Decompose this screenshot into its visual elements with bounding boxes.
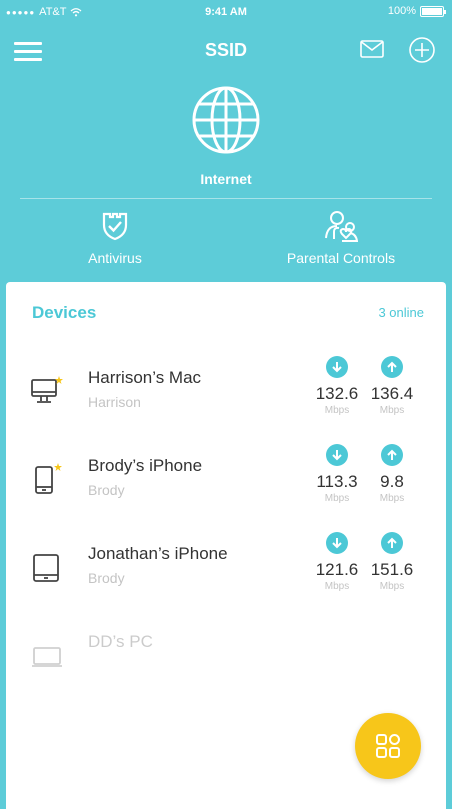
upload-speed: 151.6 Mbps [364, 532, 420, 592]
device-name: Harrison’s Mac [88, 368, 202, 387]
battery-icon [420, 5, 446, 17]
shield-icon [102, 212, 128, 241]
parental-controls-button[interactable]: Parental Controls [266, 208, 416, 266]
upload-speed: 136.4 Mbps [364, 356, 420, 416]
device-name: Brody’s iPhone [88, 456, 203, 475]
parental-controls-label: Parental Controls [286, 250, 396, 266]
download-speed: 121.6 Mbps [309, 532, 365, 592]
download-speed: 132.6 Mbps [309, 356, 365, 416]
device-row[interactable]: DD’s PC [6, 620, 446, 700]
new-badge-icon [54, 463, 62, 471]
feature-shortcuts: Antivirus Parental Controls [0, 208, 452, 274]
device-owner: Brody [88, 482, 125, 498]
status-right: 100% [387, 5, 446, 17]
add-circle-icon[interactable] [408, 36, 436, 64]
device-row[interactable]: Harrison’s Mac Harrison 132.6 Mbps 136.4… [6, 356, 446, 436]
download-arrow-icon [326, 444, 348, 466]
antivirus-label: Antivirus [88, 250, 142, 266]
device-row[interactable]: Jonathan’s iPhone Brody 121.6 Mbps 151.6… [6, 532, 446, 612]
nav-bar: SSID [0, 30, 452, 74]
upload-speed: 9.8 Mbps [364, 444, 420, 504]
mail-icon[interactable] [360, 40, 384, 58]
device-owner: Brody [88, 570, 125, 586]
devices-header: Devices 3 online [6, 282, 446, 332]
speed-unit: Mbps [379, 493, 405, 504]
battery-percent: 100% [387, 5, 416, 17]
divider [20, 198, 432, 199]
download-value: 121.6 [315, 560, 359, 579]
antivirus-button[interactable]: Antivirus [70, 208, 160, 266]
speed-unit: Mbps [324, 405, 350, 416]
download-speed: 113.3 Mbps [309, 444, 365, 504]
upload-arrow-icon [381, 444, 403, 466]
download-arrow-icon [326, 356, 348, 378]
online-count[interactable]: 3 online [378, 305, 424, 320]
upload-value: 9.8 [380, 472, 404, 491]
globe-icon [192, 86, 260, 154]
speed-unit: Mbps [324, 493, 350, 504]
page-title: SSID [204, 40, 247, 60]
speed-unit: Mbps [379, 405, 405, 416]
tablet-icon [33, 554, 59, 582]
upload-arrow-icon [381, 356, 403, 378]
desktop-icon [31, 376, 63, 403]
download-value: 132.6 [315, 384, 359, 403]
status-time: 9:41 AM [205, 6, 247, 18]
parental-controls-icon [325, 211, 358, 242]
internet-label: Internet [200, 171, 252, 187]
device-row[interactable]: Brody’s iPhone Brody 113.3 Mbps 9.8 Mbps [6, 444, 446, 524]
upload-value: 136.4 [370, 384, 414, 403]
internet-status[interactable]: Internet [0, 84, 452, 187]
upload-value: 151.6 [370, 560, 414, 579]
device-owner: Harrison [88, 394, 141, 410]
devices-title: Devices [32, 303, 97, 322]
device-name: Jonathan’s iPhone [88, 544, 228, 563]
apps-grid-icon [376, 734, 400, 758]
apps-grid-button[interactable] [355, 713, 421, 779]
speed-unit: Mbps [379, 581, 405, 592]
speed-unit: Mbps [324, 581, 350, 592]
phone-icon [35, 463, 62, 494]
device-name: DD’s PC [88, 632, 153, 651]
download-value: 113.3 [316, 472, 358, 491]
screen: ●●●●● AT&T 9:41 AM 100% SSID Internet An… [0, 0, 452, 809]
status-bar: ●●●●● AT&T 9:41 AM 100% [0, 0, 452, 26]
laptop-icon [32, 647, 62, 667]
upload-arrow-icon [381, 532, 403, 554]
download-arrow-icon [326, 532, 348, 554]
